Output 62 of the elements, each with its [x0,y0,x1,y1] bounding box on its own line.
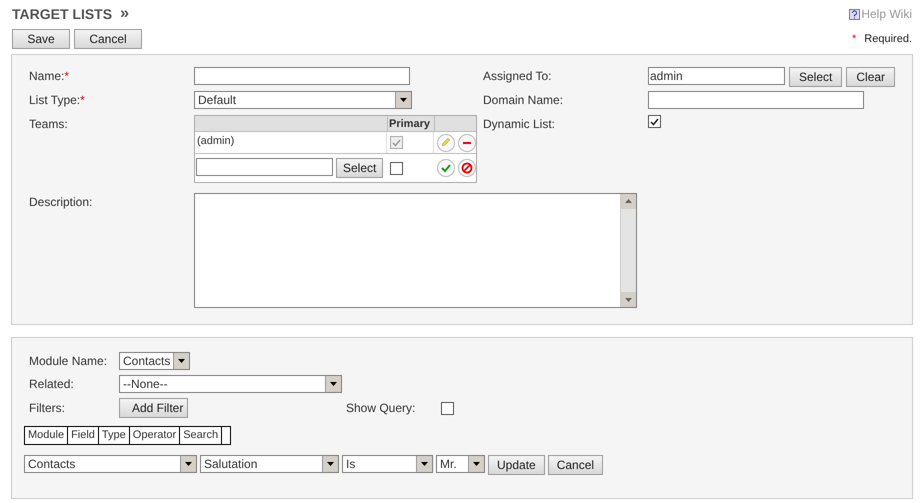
team-name: (admin) [196,135,236,147]
button[interactable]: Update [488,455,545,475]
field-label: Assigned To: [483,69,552,83]
dropdown-arrow-icon [178,359,186,363]
checkbox[interactable] [441,402,454,414]
title-arrow: » [120,4,129,24]
team-field[interactable] [196,158,333,176]
button[interactable]: Select [336,158,384,178]
button[interactable]: Clear [846,67,896,87]
field-label: Description: [29,195,92,209]
button[interactable]: Select [789,67,842,87]
column-header: Primary [388,116,435,131]
column-header: Search [180,427,222,444]
field-label: Name: [29,69,64,83]
column-header: Field [68,427,99,444]
dropdown-arrow-icon [400,98,407,102]
dropdown[interactable]: --None-- [119,375,342,393]
dropdown-arrow-icon [473,462,480,466]
dropdown-arrow-icon [330,382,337,386]
field-label: List Type: [29,93,80,107]
checkmark-icon[interactable] [437,159,455,177]
dropdown-arrow-icon [327,462,334,466]
required-note: Required. [864,32,912,47]
button[interactable]: Cancel [548,455,604,475]
dropdown-arrow-icon [421,462,428,466]
dropdown[interactable]: Is [342,455,433,473]
column-header: Module [25,427,68,444]
prohibited-icon[interactable] [458,159,476,177]
button[interactable]: Add Filter [119,398,188,418]
field-label: Dynamic List: [483,117,556,131]
assigned-user-field[interactable]: admin [648,67,785,85]
field-label: Teams: [29,117,68,131]
checkbox[interactable] [648,115,661,128]
dropdown[interactable]: Default [194,91,412,109]
required-mark: * [80,93,85,107]
field-label: Module Name: [29,353,108,370]
checkbox[interactable] [390,162,404,174]
column-header: Type [98,427,130,444]
required-mark: * [852,32,856,47]
description-field[interactable] [194,193,637,308]
button[interactable]: Cancel [74,29,142,49]
button[interactable]: Save [12,29,70,49]
page-title: TARGET LISTS [12,4,112,24]
help-icon [849,8,860,20]
scroll-down-icon[interactable] [621,292,636,307]
dropdown[interactable]: Salutation [200,455,339,473]
dropdown[interactable]: Contacts [24,455,197,473]
dropdown[interactable]: Mr. [436,455,485,473]
field-label: Filters: [29,400,66,417]
column-header: Operator [130,427,180,444]
dropdown-arrow-icon [185,462,192,466]
field-label: Related: [29,376,75,393]
minus-icon[interactable] [458,134,476,152]
dropdown[interactable]: Contacts [119,352,190,370]
field-label: Show Query: [346,400,416,417]
text-field[interactable] [648,91,864,109]
required-mark: * [64,69,70,83]
checkbox[interactable] [390,136,404,149]
field-label: Domain Name: [483,93,564,107]
scroll-up-icon[interactable] [621,194,636,209]
text-field[interactable] [194,67,410,85]
pencil-icon[interactable] [437,134,455,152]
